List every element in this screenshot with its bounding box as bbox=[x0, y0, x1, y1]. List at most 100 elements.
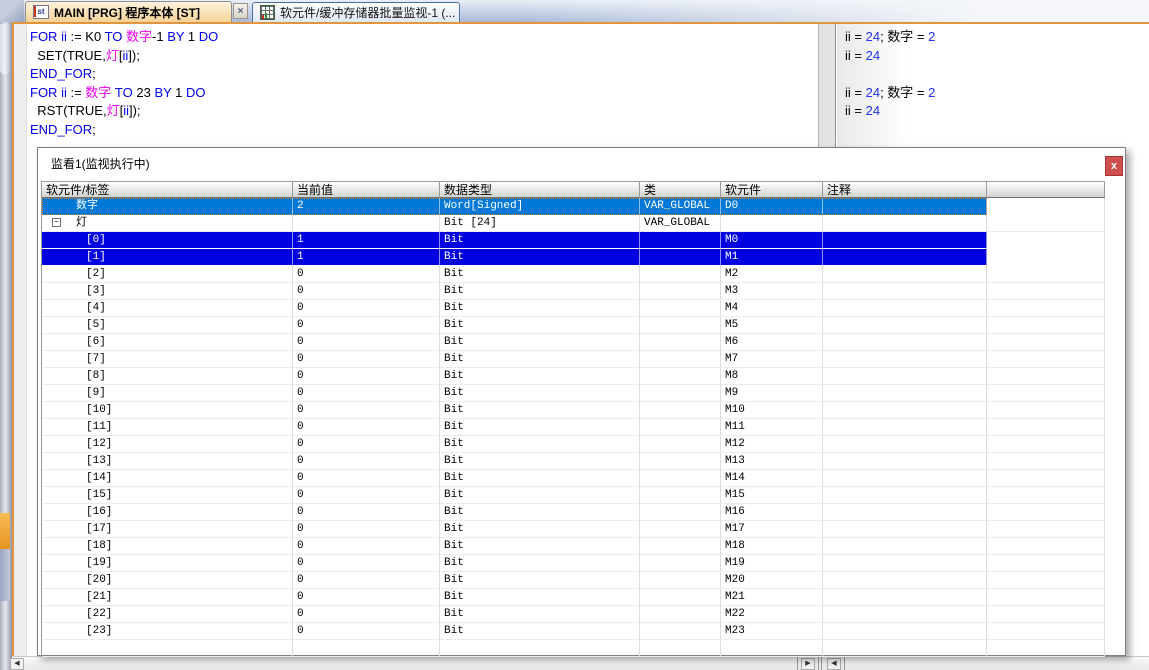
cell-current-value[interactable]: 0 bbox=[293, 504, 440, 521]
cell-comment[interactable] bbox=[823, 402, 987, 419]
watch-row[interactable]: [11]0Bit M11 bbox=[42, 419, 1106, 436]
watch-row[interactable]: [19]0BitM19 bbox=[42, 555, 1106, 572]
cell-data-type[interactable]: Bit bbox=[440, 504, 640, 521]
cell-current-value[interactable]: 0 bbox=[293, 555, 440, 572]
column-header-4[interactable]: 类 bbox=[640, 181, 721, 198]
cell-device-label[interactable]: [4] bbox=[42, 300, 293, 317]
cell-device-label[interactable]: [13] bbox=[42, 453, 293, 470]
cell-device-label[interactable]: [18] bbox=[42, 538, 293, 555]
cell-current-value[interactable]: 0 bbox=[293, 572, 440, 589]
watch-row[interactable]: [16]0BitM16 bbox=[42, 504, 1106, 521]
cell-data-type[interactable]: Bit bbox=[440, 283, 640, 300]
row-band[interactable]: [6]0BitM6 bbox=[42, 334, 987, 351]
cell-data-type[interactable]: Bit [24] bbox=[440, 215, 640, 232]
cell-comment[interactable] bbox=[823, 555, 987, 572]
cell-current-value[interactable]: 0 bbox=[293, 487, 440, 504]
cell-device-label[interactable]: 数字 bbox=[42, 198, 293, 215]
row-band[interactable]: [23]0BitM23 bbox=[42, 623, 987, 640]
cell-class[interactable] bbox=[640, 623, 721, 640]
cell-device-label[interactable]: [17] bbox=[42, 521, 293, 538]
cell-device[interactable]: M9 bbox=[721, 385, 823, 402]
cell-device[interactable]: M0 bbox=[721, 232, 823, 249]
cell-class[interactable] bbox=[640, 266, 721, 283]
cell-device-label[interactable]: [9] bbox=[42, 385, 293, 402]
cell-comment[interactable] bbox=[823, 419, 987, 436]
cell-data-type[interactable]: Bit bbox=[440, 419, 640, 436]
cell-class[interactable] bbox=[640, 572, 721, 589]
cell-class[interactable] bbox=[640, 385, 721, 402]
cell-current-value[interactable]: 0 bbox=[293, 436, 440, 453]
cell-data-type[interactable]: Bit bbox=[440, 521, 640, 538]
cell-data-type[interactable]: Bit bbox=[440, 538, 640, 555]
cell-device[interactable]: M11 bbox=[721, 419, 823, 436]
cell-data-type[interactable]: Bit bbox=[440, 436, 640, 453]
watch-row[interactable]: [22]0BitM22 bbox=[42, 606, 1106, 623]
cell-device-label[interactable] bbox=[42, 640, 293, 657]
cell-data-type[interactable]: Bit bbox=[440, 300, 640, 317]
watch-row[interactable]: [7]0BitM7 bbox=[42, 351, 1106, 368]
row-band[interactable]: [15]0BitM15 bbox=[42, 487, 987, 504]
watch-row[interactable]: [15]0BitM15 bbox=[42, 487, 1106, 504]
cell-data-type[interactable]: Bit bbox=[440, 453, 640, 470]
cell-device-label[interactable]: [7] bbox=[42, 351, 293, 368]
row-band[interactable]: [10]0BitM10 bbox=[42, 402, 987, 419]
cell-class[interactable]: VAR_GLOBAL bbox=[640, 215, 721, 232]
cell-class[interactable] bbox=[640, 419, 721, 436]
row-band[interactable]: −灯Bit [24]VAR_GLOBAL bbox=[42, 215, 987, 232]
dock-strip-segment[interactable] bbox=[0, 549, 10, 601]
cell-device[interactable]: M10 bbox=[721, 402, 823, 419]
column-header-1[interactable]: 软元件/标签 bbox=[42, 181, 293, 198]
cell-data-type[interactable]: Bit bbox=[440, 385, 640, 402]
cell-class[interactable] bbox=[640, 368, 721, 385]
cell-comment[interactable] bbox=[823, 317, 987, 334]
row-band[interactable]: [9]0BitM9 bbox=[42, 385, 987, 402]
watch-row[interactable]: [12]0BitM12 bbox=[42, 436, 1106, 453]
cell-device-label[interactable]: [10] bbox=[42, 402, 293, 419]
cell-class[interactable] bbox=[640, 504, 721, 521]
cell-device[interactable]: M13 bbox=[721, 453, 823, 470]
scroll-left-button[interactable]: ◀ bbox=[827, 658, 841, 670]
cell-device-label[interactable]: [3] bbox=[42, 283, 293, 300]
cell-current-value[interactable]: 1 bbox=[293, 232, 440, 249]
cell-class[interactable] bbox=[640, 589, 721, 606]
cell-data-type[interactable] bbox=[440, 640, 640, 657]
cell-class[interactable] bbox=[640, 470, 721, 487]
cell-current-value[interactable]: 0 bbox=[293, 419, 440, 436]
watch-row[interactable]: [9]0BitM9 bbox=[42, 385, 1106, 402]
cell-current-value[interactable]: 0 bbox=[293, 453, 440, 470]
tab-main-prg-st[interactable]: st MAIN [PRG] 程序本体 [ST] bbox=[25, 1, 232, 22]
cell-device[interactable]: M19 bbox=[721, 555, 823, 572]
cell-comment[interactable] bbox=[823, 351, 987, 368]
cell-class[interactable] bbox=[640, 521, 721, 538]
column-header-3[interactable]: 数据类型 bbox=[440, 181, 640, 198]
cell-class[interactable] bbox=[640, 555, 721, 572]
row-band[interactable]: [2]0BitM2 bbox=[42, 266, 987, 283]
cell-device[interactable]: M21 bbox=[721, 589, 823, 606]
cell-class[interactable]: VAR_GLOBAL bbox=[640, 198, 721, 215]
cell-device[interactable]: M2 bbox=[721, 266, 823, 283]
cell-device-label[interactable]: [11] bbox=[42, 419, 293, 436]
cell-device-label[interactable]: [15] bbox=[42, 487, 293, 504]
watch-row[interactable]: [1]1BitM1 bbox=[42, 249, 1106, 266]
cell-device[interactable]: M5 bbox=[721, 317, 823, 334]
watch-row[interactable]: [5]0BitM5 bbox=[42, 317, 1106, 334]
cell-class[interactable] bbox=[640, 334, 721, 351]
row-band[interactable]: [13]0Bit M13 bbox=[42, 453, 987, 470]
cell-device-label[interactable]: [12] bbox=[42, 436, 293, 453]
cell-data-type[interactable]: Word[Signed] bbox=[440, 198, 640, 215]
cell-class[interactable] bbox=[640, 538, 721, 555]
cell-comment[interactable] bbox=[823, 606, 987, 623]
cell-device-label[interactable]: [19] bbox=[42, 555, 293, 572]
cell-comment[interactable] bbox=[823, 487, 987, 504]
dock-strip-segment[interactable] bbox=[0, 24, 10, 74]
cell-comment[interactable] bbox=[823, 198, 987, 215]
cell-device-label[interactable]: [5] bbox=[42, 317, 293, 334]
cell-comment[interactable] bbox=[823, 215, 987, 232]
row-band[interactable]: 数字2Word[Signed]VAR_GLOBALD0 bbox=[42, 198, 987, 215]
cell-device-label[interactable]: [2] bbox=[42, 266, 293, 283]
cell-class[interactable] bbox=[640, 436, 721, 453]
cell-comment[interactable] bbox=[823, 589, 987, 606]
cell-device[interactable]: M1 bbox=[721, 249, 823, 266]
cell-device-label[interactable]: [21] bbox=[42, 589, 293, 606]
cell-device[interactable]: M7 bbox=[721, 351, 823, 368]
